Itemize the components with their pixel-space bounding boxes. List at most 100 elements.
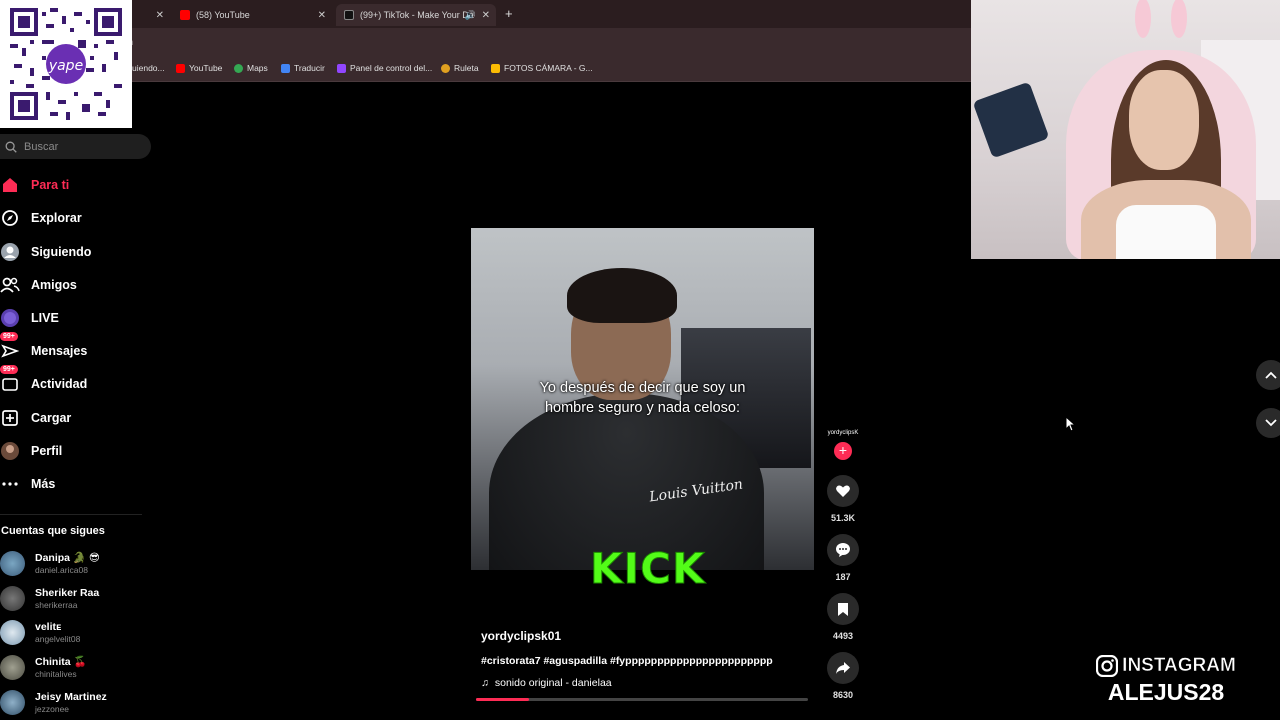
kick-logo: KICK	[590, 544, 706, 593]
close-tab-icon[interactable]: ✕	[156, 10, 164, 21]
sidebar-item-actividad[interactable]: 99+ Actividad	[0, 365, 88, 399]
bookmark-maps[interactable]: Maps	[234, 63, 268, 73]
save-count: 4493	[832, 631, 854, 641]
sidebar-item-cargar[interactable]: Cargar	[0, 403, 71, 433]
search-icon	[5, 141, 17, 153]
yape-qr-code: yape	[0, 0, 132, 128]
sidebar-item-para-ti[interactable]: Para ti	[0, 170, 69, 200]
bookmark-ruleta[interactable]: Ruleta	[441, 63, 479, 73]
bookmark-traducir[interactable]: Traducir	[281, 63, 325, 73]
followed-account[interactable]: velitᴇ angelvelit08	[0, 617, 80, 647]
follow-plus-button[interactable]: +	[834, 442, 852, 460]
account-handle: sherikerraa	[35, 599, 78, 610]
tab-label: (58) YouTube	[196, 10, 250, 20]
speaker-icon[interactable]: 🔊	[465, 10, 476, 21]
bunny-ears-icon	[1135, 0, 1187, 38]
bookmark-youtube[interactable]: YouTube	[176, 63, 222, 73]
previous-video-button[interactable]	[1256, 360, 1280, 390]
like-button[interactable]	[827, 475, 859, 507]
sidebar-item-perfil[interactable]: Perfil	[0, 436, 62, 466]
sidebar-item-explorar[interactable]: Explorar	[0, 203, 82, 233]
wheel-icon	[441, 63, 450, 73]
webcam-person-top	[1116, 205, 1216, 259]
sidebar-item-mas[interactable]: Más	[0, 469, 55, 499]
video-progress-bar[interactable]	[476, 698, 808, 701]
sidebar-item-amigos[interactable]: Amigos	[0, 270, 77, 300]
bookmarks-bar: uiendo... YouTube Maps Traducir Panel de…	[0, 56, 971, 82]
music-note-icon: ♫	[481, 677, 489, 689]
video-caption: Yo después de decir que soy un hombre se…	[471, 378, 814, 418]
account-handle: daniel.arica08	[35, 565, 88, 575]
bookmark-label: FOTOS CÁMARA - G...	[504, 63, 593, 73]
maps-icon	[234, 63, 243, 73]
activity-icon: 99+	[0, 365, 20, 394]
more-icon	[0, 474, 20, 494]
bookmark-label: Traducir	[294, 63, 325, 73]
chevron-down-icon	[1265, 419, 1277, 427]
youtube-favicon-icon	[180, 10, 190, 20]
bookmark-label: Ruleta	[454, 63, 479, 73]
account-name: Sheriker Raa	[35, 586, 100, 599]
avatar	[0, 654, 25, 680]
avatar	[0, 689, 25, 715]
share-icon	[836, 662, 850, 674]
bookmark-label: YouTube	[189, 63, 223, 73]
sidebar-item-label: Actividad	[31, 377, 88, 391]
video-sound[interactable]: ♫ sonido original - danielaa	[481, 677, 612, 689]
bookmark-fotos[interactable]: FOTOS CÁMARA - G...	[491, 63, 593, 73]
sidebar-item-label: Amigos	[31, 278, 77, 292]
account-name: Danipa 🐊 😎	[35, 552, 100, 564]
address-bar[interactable]: n	[0, 28, 971, 56]
share-button[interactable]	[827, 652, 859, 684]
sidebar-divider	[0, 514, 142, 515]
sound-label: sonido original - danielaa	[494, 677, 612, 689]
youtube-icon	[176, 63, 185, 73]
account-handle: chinitalives	[35, 669, 77, 679]
friends-icon	[0, 275, 20, 295]
tab-youtube[interactable]: (58) YouTube ✕	[172, 4, 332, 26]
followed-account[interactable]: Jeisy Martinez jezzonee	[0, 687, 107, 717]
followed-account[interactable]: Chinita 🍒 chinitalives	[0, 652, 87, 682]
instagram-label: INSTAGRAM	[1122, 655, 1236, 677]
heart-icon	[836, 485, 850, 497]
tab-previous[interactable]: ✕	[130, 4, 170, 26]
close-tab-icon[interactable]: ✕	[482, 10, 490, 21]
tab-tiktok[interactable]: (99+) TikTok - Make Your Da 🔊 ✕	[336, 4, 496, 26]
twitch-icon	[337, 63, 346, 73]
messages-icon: 99+	[0, 332, 20, 361]
bookmark-panel[interactable]: Panel de control del...	[337, 63, 432, 73]
drive-icon	[491, 63, 500, 73]
comment-button[interactable]	[827, 534, 859, 566]
video-player[interactable]: Yo después de decir que soy un hombre se…	[471, 228, 814, 570]
avatar	[0, 550, 25, 576]
avatar	[0, 585, 25, 611]
qr-code-icon: yape	[10, 8, 122, 120]
sidebar-item-mensajes[interactable]: 99+ Mensajes	[0, 332, 87, 366]
new-tab-button[interactable]: +	[505, 6, 513, 21]
video-hashtags[interactable]: #cristorata7 #aguspadilla #fyppppppppppp…	[481, 655, 773, 667]
instagram-overlay: INSTAGRAM ALEJUS28	[1086, 655, 1246, 706]
svg-text:yape: yape	[48, 58, 83, 74]
creator-avatar[interactable]: yordyclipsK	[825, 423, 861, 443]
bookmark-label: uiendo...	[132, 63, 165, 73]
following-accounts-title: Cuentas que sigues	[1, 525, 105, 537]
bookmark-item[interactable]: uiendo...	[132, 63, 165, 73]
bookmark-label: Maps	[247, 63, 268, 73]
account-handle: angelvelit08	[35, 633, 81, 644]
sidebar-item-siguiendo[interactable]: Siguiendo	[0, 237, 91, 267]
profile-icon	[0, 441, 20, 461]
next-video-button[interactable]	[1256, 408, 1280, 438]
sidebar-item-label: LIVE	[31, 311, 59, 325]
sidebar-item-live[interactable]: LIVE	[0, 303, 59, 333]
save-button[interactable]	[827, 593, 859, 625]
followed-account[interactable]: Sheriker Raa sherikerraa	[0, 583, 99, 613]
search-input[interactable]	[24, 140, 144, 153]
search-box[interactable]	[0, 134, 151, 159]
close-tab-icon[interactable]: ✕	[318, 10, 326, 21]
followed-account[interactable]: Danipa 🐊 😎 daniel.arica08	[0, 548, 100, 578]
translate-icon	[281, 63, 290, 73]
webcam-person-face	[1129, 70, 1199, 170]
video-username[interactable]: yordyclipsk01	[481, 629, 561, 643]
live-icon	[0, 308, 20, 328]
sidebar-item-label: Perfil	[31, 444, 63, 458]
